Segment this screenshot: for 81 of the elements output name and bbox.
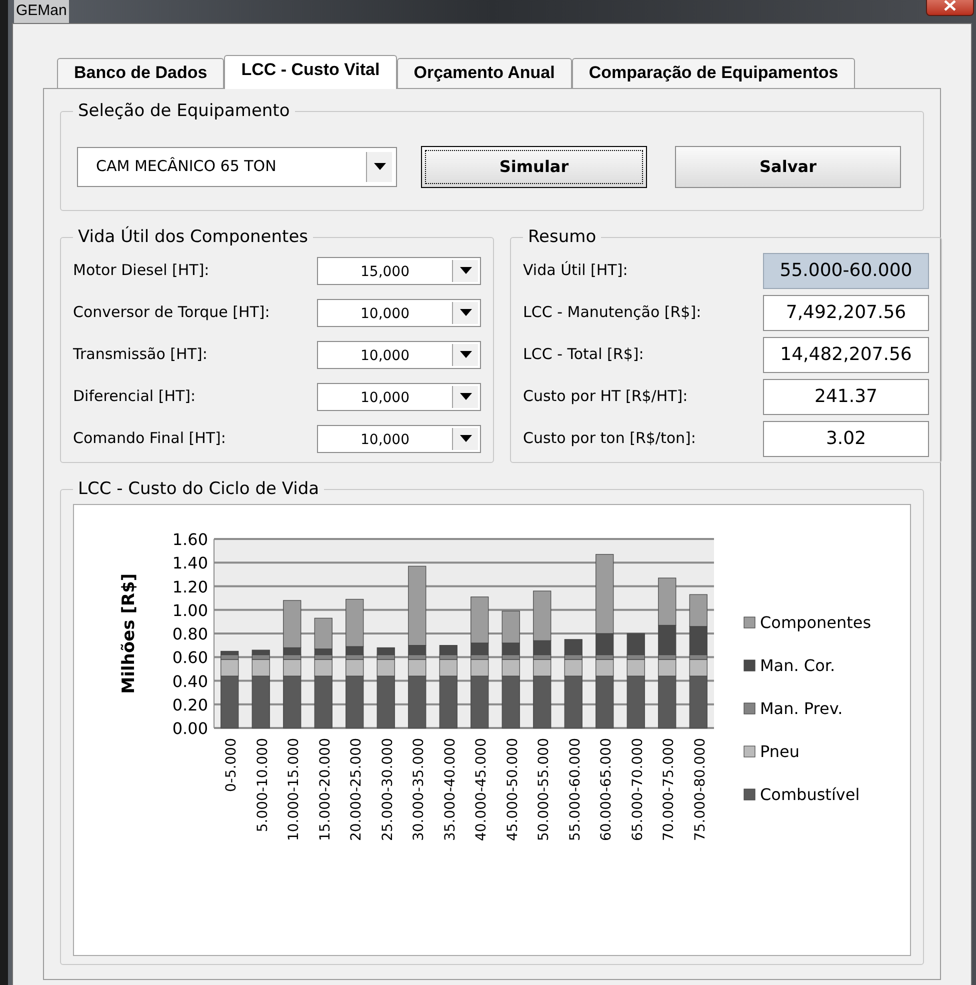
- field-label: Vida Útil [HT]:: [523, 260, 629, 282]
- x-tick-label: 75.000-80.000: [692, 738, 708, 841]
- dropdown-arrow-button[interactable]: [452, 302, 478, 324]
- x-tick-label: 0-5.000: [224, 738, 240, 792]
- dropdown-arrow-button[interactable]: [366, 152, 392, 182]
- value-field[interactable]: 3.02: [763, 420, 929, 456]
- dropdown-arrow-button[interactable]: [452, 260, 478, 282]
- dropdown-arrow-button[interactable]: [452, 386, 478, 408]
- legend-swatch: [744, 788, 756, 800]
- y-tick-label: 1.20: [172, 576, 208, 596]
- value-field[interactable]: 55.000-60.000: [763, 252, 929, 288]
- field-label: Diferencial [HT]:: [73, 386, 197, 408]
- close-button[interactable]: [926, 0, 974, 16]
- x-tick-label: 50.000-55.000: [536, 738, 552, 841]
- legend-label: Combustível: [760, 784, 860, 804]
- x-tick-label: 15.000-20.000: [317, 738, 334, 841]
- hours-dropdown[interactable]: 10,000: [317, 382, 481, 410]
- group-title: Vida Útil dos Componentes: [73, 226, 314, 246]
- x-tick-label: 5.000-10.000: [254, 738, 271, 832]
- legend-swatch: [744, 702, 756, 714]
- x-tick-label: 70.000-75.000: [661, 738, 678, 841]
- x-tick-label: 30.000-35.000: [411, 738, 428, 841]
- dropdown-arrow-button[interactable]: [452, 344, 478, 366]
- value-field[interactable]: 14,482,207.56: [763, 336, 929, 372]
- field-label: Custo por ton [R$/ton]:: [523, 428, 697, 450]
- field-label: Motor Diesel [HT]:: [73, 260, 210, 282]
- y-tick-label: 0.20: [172, 694, 208, 714]
- y-tick-label: 0.40: [172, 671, 208, 690]
- tab[interactable]: Banco de Dados: [57, 58, 224, 88]
- tab[interactable]: Orçamento Anual: [396, 58, 572, 88]
- equipment-dropdown[interactable]: CAM MECÂNICO 65 TON: [77, 146, 397, 186]
- caret-down-icon: [460, 309, 472, 316]
- hours-dropdown[interactable]: 10,000: [317, 424, 481, 452]
- caret-down-icon: [460, 435, 472, 442]
- x-tick-label: 55.000-60.000: [567, 738, 584, 841]
- y-tick-label: 0.00: [172, 718, 208, 738]
- field-label: Comando Final [HT]:: [73, 428, 227, 450]
- y-tick-label: 1.60: [172, 530, 208, 548]
- caret-down-icon: [460, 351, 472, 358]
- bar-segment: [689, 594, 708, 626]
- legend-label: Pneu: [760, 742, 800, 760]
- hours-dropdown[interactable]: 10,000: [317, 298, 481, 326]
- caret-down-icon: [374, 163, 386, 170]
- x-tick-label: 65.000-70.000: [630, 738, 646, 841]
- legend-label: Componentes: [760, 612, 872, 632]
- y-tick-label: 1.00: [172, 600, 208, 620]
- legend-swatch: [744, 616, 756, 628]
- dropdown-arrow-button[interactable]: [452, 428, 478, 450]
- x-tick-label: 25.000-30.000: [380, 738, 396, 841]
- y-tick-label: 0.60: [172, 648, 208, 667]
- window-title: GEMan: [14, 0, 69, 22]
- caret-down-icon: [460, 267, 472, 274]
- field-label: LCC - Total [R$]:: [523, 344, 645, 366]
- x-tick-label: 10.000-15.000: [286, 738, 302, 841]
- legend-swatch: [744, 745, 756, 757]
- x-tick-label: 40.000-45.000: [474, 738, 490, 841]
- x-tick-label: 35.000-40.000: [442, 738, 458, 841]
- field-label: Custo por HT [R$/HT]:: [523, 386, 689, 408]
- value-field[interactable]: 241.37: [763, 378, 929, 414]
- hours-dropdown[interactable]: 10,000: [317, 340, 481, 368]
- y-tick-label: 0.80: [172, 624, 208, 643]
- legend-label: Man. Cor.: [760, 656, 836, 674]
- field-label: LCC - Manutenção [R$]:: [523, 302, 702, 324]
- field-label: Conversor de Torque [HT]:: [73, 302, 271, 324]
- action-button[interactable]: Salvar: [675, 146, 901, 188]
- tab[interactable]: Comparação de Equipamentos: [572, 58, 856, 88]
- x-tick-label: 45.000-50.000: [504, 738, 521, 841]
- y-tick-label: 1.40: [172, 553, 208, 572]
- caret-down-icon: [460, 393, 472, 400]
- x-tick-label: 60.000-65.000: [598, 738, 615, 841]
- tab[interactable]: LCC - Custo Vital: [224, 54, 397, 88]
- group-title: Seleção de Equipamento: [73, 100, 295, 120]
- legend-swatch: [744, 659, 756, 671]
- value-field[interactable]: 7,492,207.56: [763, 294, 929, 330]
- close-icon: [944, 0, 956, 11]
- legend-label: Man. Prev.: [760, 698, 843, 718]
- action-button[interactable]: Simular: [421, 146, 647, 188]
- y-axis-title: Milhões [R$]: [119, 572, 139, 694]
- x-tick-label: 20.000-25.000: [348, 738, 365, 841]
- field-label: Transmissão [HT]:: [73, 344, 208, 366]
- hours-dropdown[interactable]: 15,000: [317, 256, 481, 284]
